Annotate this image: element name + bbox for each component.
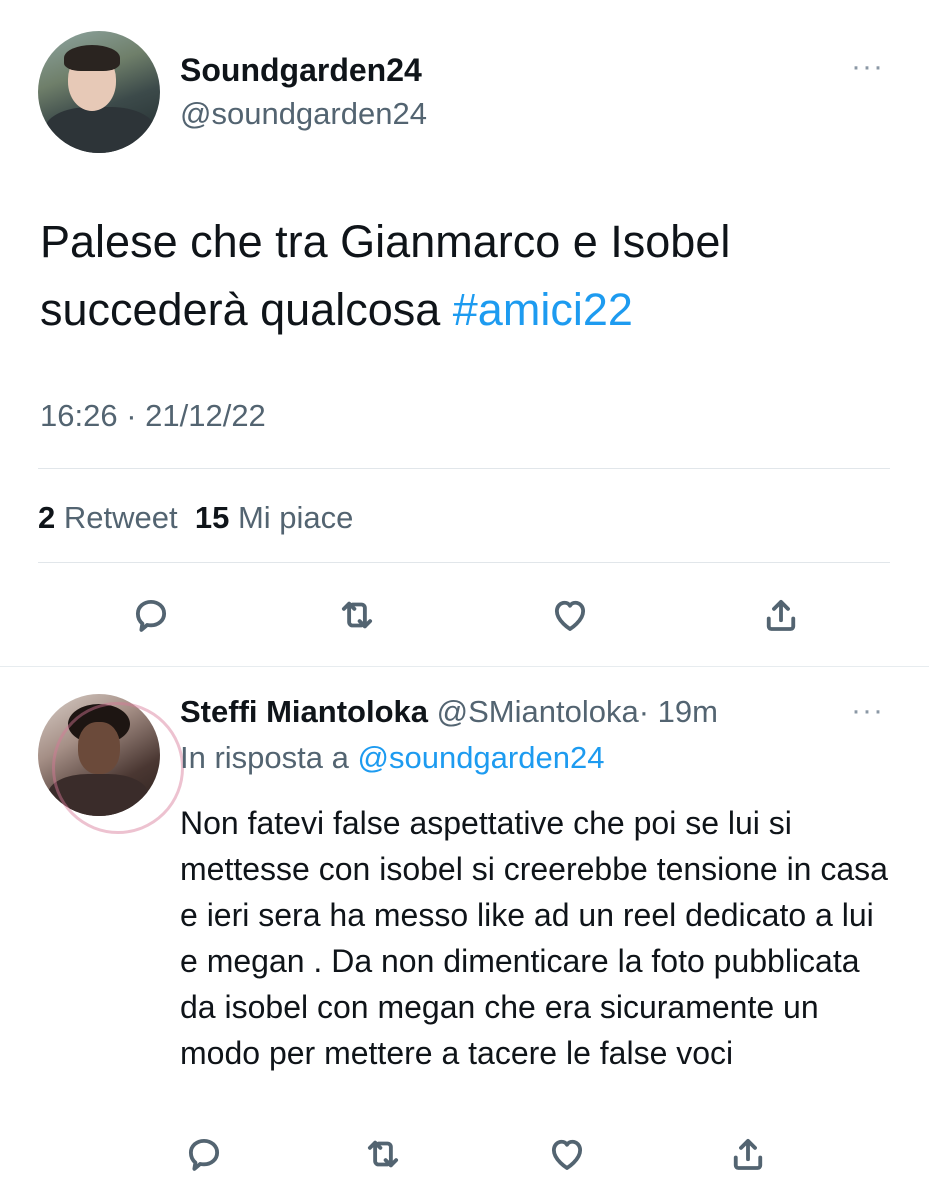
retweet-icon[interactable] (333, 591, 381, 639)
divider (38, 468, 890, 469)
like-label: Mi piace (237, 500, 354, 535)
tweet-text: Palese che tra Gianmarco e Isobel succed… (40, 208, 900, 344)
more-options-icon[interactable]: ··· (851, 694, 884, 728)
like-icon[interactable] (546, 591, 594, 639)
reply-icon[interactable] (127, 591, 175, 639)
engagement-stats: 2 Retweet 15 Mi piace (38, 500, 353, 536)
retweet-stat[interactable]: 2 Retweet (38, 500, 178, 535)
section-divider (0, 666, 929, 667)
retweet-count: 2 (38, 500, 56, 535)
reply-time[interactable]: · 19m (639, 694, 718, 729)
reply-display-name[interactable]: Steffi Miantoloka (180, 694, 428, 729)
like-stat[interactable]: 15 Mi piace (195, 500, 354, 535)
reply-text: Non fatevi false aspettative che poi se … (180, 805, 888, 1071)
author-handle[interactable]: @soundgarden24 (180, 96, 427, 132)
like-count: 15 (194, 500, 230, 535)
reply-header: Steffi Miantoloka @SMiantoloka· 19m (180, 694, 718, 730)
tweet-timestamp[interactable]: 16:26 · 21/12/22 (40, 398, 266, 434)
avatar-hair (64, 45, 120, 71)
replying-prefix: In risposta a (180, 740, 349, 775)
reply-handle[interactable]: @SMiantoloka (437, 694, 639, 729)
share-icon[interactable] (724, 1130, 772, 1178)
like-icon[interactable] (543, 1130, 591, 1178)
more-options-icon[interactable]: ··· (851, 50, 884, 84)
mention-link[interactable]: @soundgarden24 (358, 740, 605, 775)
hashtag-link[interactable]: #amici22 (453, 284, 633, 335)
share-icon[interactable] (757, 591, 805, 639)
replying-to: In risposta a @soundgarden24 (180, 740, 604, 776)
author-display-name[interactable]: Soundgarden24 (180, 52, 422, 89)
reply-icon[interactable] (180, 1130, 228, 1178)
retweet-icon[interactable] (359, 1130, 407, 1178)
avatar-jacket (44, 107, 156, 153)
divider (38, 562, 890, 563)
watermark-ring (52, 702, 184, 834)
retweet-label: Retweet (63, 500, 178, 535)
avatar[interactable] (38, 31, 160, 153)
